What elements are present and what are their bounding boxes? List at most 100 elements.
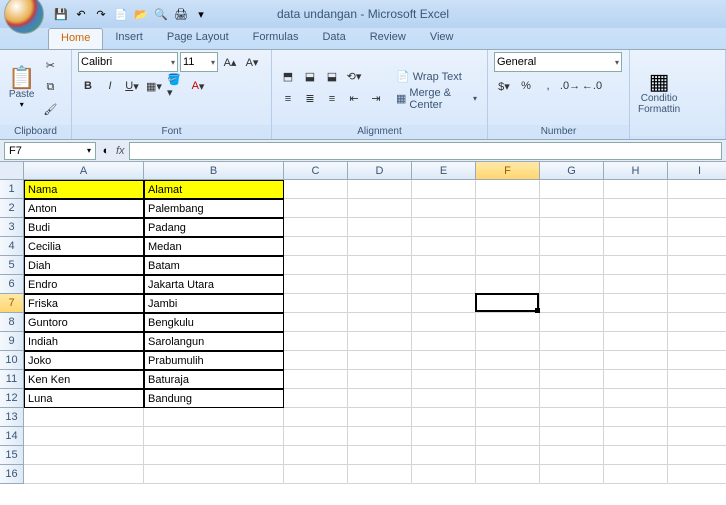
cells-area[interactable]: NamaAlamatAntonPalembangBudiPadangCecili… (24, 180, 726, 484)
cell[interactable] (348, 446, 412, 465)
cell[interactable] (348, 294, 412, 313)
row-header[interactable]: 9 (0, 332, 24, 351)
cell[interactable] (668, 370, 726, 389)
cell[interactable] (540, 275, 604, 294)
qat-dropdown-icon[interactable]: ▾ (192, 5, 210, 23)
formula-bar[interactable] (129, 142, 722, 160)
cell[interactable] (604, 180, 668, 199)
paste-button[interactable]: 📋 Paste ▾ (6, 65, 37, 111)
cell[interactable] (24, 408, 144, 427)
increase-decimal-icon[interactable]: .0→ (560, 76, 580, 96)
cell[interactable] (476, 218, 540, 237)
cell[interactable] (476, 427, 540, 446)
cell[interactable] (540, 427, 604, 446)
cell[interactable] (540, 199, 604, 218)
cell[interactable] (284, 199, 348, 218)
comma-icon[interactable]: , (538, 76, 558, 96)
cell[interactable] (604, 313, 668, 332)
row-header[interactable]: 4 (0, 237, 24, 256)
tab-review[interactable]: Review (358, 28, 418, 49)
cell[interactable] (476, 446, 540, 465)
cell[interactable] (604, 199, 668, 218)
cell[interactable] (540, 332, 604, 351)
cell[interactable] (604, 256, 668, 275)
italic-button[interactable]: I (100, 76, 120, 96)
borders-button[interactable]: ▦▾ (144, 76, 164, 96)
align-left-icon[interactable]: ≡ (278, 89, 298, 109)
row-header[interactable]: 12 (0, 389, 24, 408)
cut-icon[interactable]: ✂ (40, 56, 60, 76)
cell[interactable] (412, 237, 476, 256)
cell[interactable] (668, 313, 726, 332)
data-cell[interactable]: Ken Ken (24, 370, 144, 389)
cell[interactable] (284, 313, 348, 332)
cell[interactable] (476, 275, 540, 294)
cell[interactable] (412, 275, 476, 294)
row-header[interactable]: 11 (0, 370, 24, 389)
cell[interactable] (348, 332, 412, 351)
cell[interactable] (144, 427, 284, 446)
cell[interactable] (412, 370, 476, 389)
tab-insert[interactable]: Insert (103, 28, 155, 49)
cell[interactable] (284, 370, 348, 389)
decrease-indent-icon[interactable]: ⇤ (344, 89, 364, 109)
data-cell[interactable]: Jambi (144, 294, 284, 313)
tab-view[interactable]: View (418, 28, 466, 49)
wrap-text-button[interactable]: 📄Wrap Text (392, 67, 481, 87)
cell[interactable] (24, 465, 144, 484)
data-cell[interactable]: Friska (24, 294, 144, 313)
cell[interactable] (412, 332, 476, 351)
save-icon[interactable]: 💾 (52, 5, 70, 23)
data-cell[interactable]: Guntoro (24, 313, 144, 332)
cell[interactable] (476, 465, 540, 484)
orientation-icon[interactable]: ⟲▾ (344, 67, 364, 87)
data-cell[interactable]: Medan (144, 237, 284, 256)
cell[interactable] (476, 199, 540, 218)
cell[interactable] (540, 180, 604, 199)
data-cell[interactable]: Luna (24, 389, 144, 408)
cell[interactable] (540, 256, 604, 275)
column-header[interactable]: G (540, 162, 604, 180)
cell[interactable] (668, 351, 726, 370)
cell[interactable] (284, 275, 348, 294)
tab-page-layout[interactable]: Page Layout (155, 28, 241, 49)
cell[interactable] (284, 256, 348, 275)
cell[interactable] (540, 313, 604, 332)
cell[interactable] (348, 370, 412, 389)
cell[interactable] (412, 256, 476, 275)
cell[interactable] (476, 294, 540, 313)
increase-indent-icon[interactable]: ⇥ (366, 89, 386, 109)
cell[interactable] (604, 408, 668, 427)
cell[interactable] (284, 332, 348, 351)
data-cell[interactable]: Jakarta Utara (144, 275, 284, 294)
cell[interactable] (668, 294, 726, 313)
cell[interactable] (412, 408, 476, 427)
cell[interactable] (604, 218, 668, 237)
cell[interactable] (412, 180, 476, 199)
cell[interactable] (668, 446, 726, 465)
cell[interactable] (540, 294, 604, 313)
data-cell[interactable]: Cecilia (24, 237, 144, 256)
cell[interactable] (668, 408, 726, 427)
cell[interactable] (668, 389, 726, 408)
cell[interactable] (540, 351, 604, 370)
cell[interactable] (348, 218, 412, 237)
row-header[interactable]: 6 (0, 275, 24, 294)
data-cell[interactable]: Prabumulih (144, 351, 284, 370)
cell[interactable] (540, 218, 604, 237)
data-cell[interactable]: Baturaja (144, 370, 284, 389)
fill-color-button[interactable]: 🪣▾ (166, 76, 186, 96)
cell[interactable] (284, 389, 348, 408)
currency-icon[interactable]: $▾ (494, 76, 514, 96)
font-size-combo[interactable]: 11▾ (180, 52, 218, 72)
name-box[interactable]: F7▾ (4, 142, 96, 160)
data-cell[interactable]: Bengkulu (144, 313, 284, 332)
header-cell[interactable]: Alamat (144, 180, 284, 199)
font-name-combo[interactable]: Calibri▾ (78, 52, 178, 72)
conditional-formatting-button[interactable]: ▦ Conditio Formattin (636, 69, 682, 117)
row-header[interactable]: 8 (0, 313, 24, 332)
cell[interactable] (348, 408, 412, 427)
fx-icon[interactable]: fx (116, 145, 125, 157)
cell[interactable] (284, 237, 348, 256)
cell[interactable] (604, 351, 668, 370)
